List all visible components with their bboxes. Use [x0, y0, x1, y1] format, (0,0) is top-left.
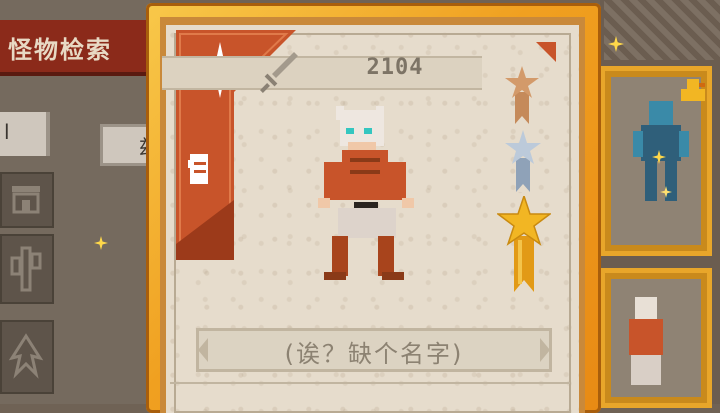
sparkle-icon	[94, 236, 108, 250]
category-icon-building[interactable]	[0, 172, 54, 228]
background-tab-filter[interactable]: 兹	[100, 124, 159, 166]
monster-search-title-bar: 怪物检索	[0, 20, 160, 76]
cactus-icon	[10, 246, 42, 292]
card-number-bar	[162, 56, 482, 90]
card-number: 2104	[366, 55, 424, 80]
sword-icon	[260, 52, 298, 93]
sparkle-icon	[660, 186, 672, 198]
silver-medal-icon	[505, 130, 541, 192]
sparkle-icon	[652, 150, 666, 164]
card-bottom-band	[170, 382, 570, 394]
gold-medal-icon	[497, 196, 551, 292]
building-icon	[12, 186, 40, 214]
category-icon-cactus[interactable]	[0, 234, 54, 304]
monster-sprite	[318, 106, 414, 280]
monster-name: (诶？缺个名字)	[284, 340, 464, 368]
small-monster-sprite	[629, 297, 663, 385]
sparkle-icon	[608, 36, 624, 52]
bronze-medal-icon	[505, 66, 539, 124]
card-corner-mark	[536, 42, 556, 62]
creature-icon	[8, 333, 44, 379]
monster-search-title: 怪物检索	[8, 36, 112, 64]
fist-icon	[188, 154, 208, 184]
duck-icon	[681, 79, 705, 101]
category-icon-creature[interactable]	[0, 320, 54, 394]
background-tab-left[interactable]: l	[0, 112, 50, 156]
background-monster-card-2[interactable]	[600, 268, 712, 408]
